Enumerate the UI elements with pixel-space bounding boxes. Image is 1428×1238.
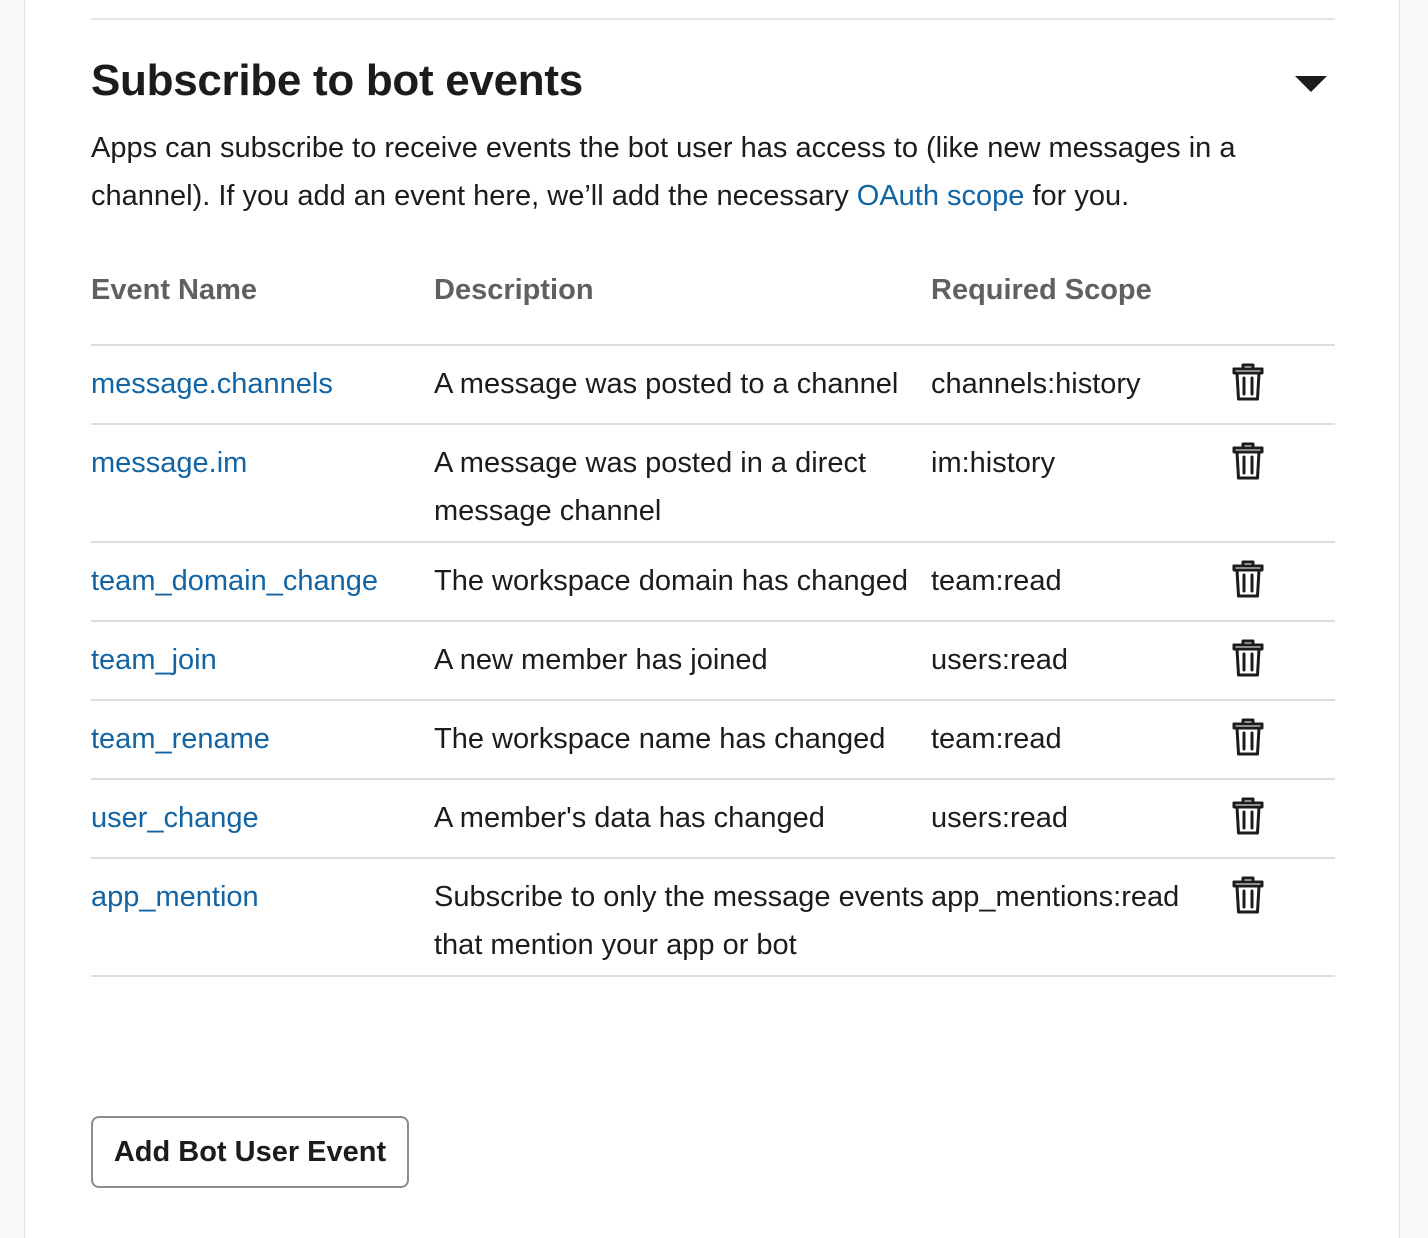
- event-name-cell: team_rename: [91, 700, 434, 780]
- event-description: A member's data has changed: [434, 779, 931, 859]
- event-required-scope: im:history: [931, 424, 1231, 543]
- event-description: Subscribe to only the message events tha…: [434, 858, 931, 977]
- event-name-link[interactable]: team_domain_change: [91, 565, 378, 597]
- trash-icon[interactable]: [1231, 638, 1265, 678]
- event-description: The workspace name has changed: [434, 700, 931, 780]
- event-description: A message was posted to a channel: [434, 345, 931, 425]
- bot-events-table: Event Name Description Required Scope me…: [91, 262, 1335, 977]
- header-actions: [1231, 262, 1335, 346]
- event-name-cell: app_mention: [91, 858, 434, 977]
- event-required-scope: users:read: [931, 779, 1231, 859]
- caret-down-icon[interactable]: [1289, 68, 1333, 100]
- table-row: team_rename The workspace name has change…: [91, 700, 1335, 780]
- table-row: team_join A new member has joined users:re…: [91, 621, 1335, 701]
- event-name-cell: team_domain_change: [91, 542, 434, 622]
- trash-icon[interactable]: [1231, 875, 1265, 915]
- event-actions-cell: [1231, 779, 1335, 859]
- event-actions-cell: [1231, 700, 1335, 780]
- trash-icon[interactable]: [1231, 362, 1265, 402]
- table-header-row: Event Name Description Required Scope: [91, 262, 1335, 346]
- event-actions-cell: [1231, 858, 1335, 977]
- header-description: Description: [434, 262, 931, 346]
- trash-icon[interactable]: [1231, 717, 1265, 757]
- trash-icon[interactable]: [1231, 559, 1265, 599]
- event-name-link[interactable]: message.channels: [91, 368, 333, 400]
- oauth-scope-link[interactable]: OAuth scope: [857, 180, 1025, 212]
- event-name-link[interactable]: user_change: [91, 802, 259, 834]
- trash-icon[interactable]: [1231, 441, 1265, 481]
- event-name-link[interactable]: team_join: [91, 644, 217, 676]
- add-bot-user-event-button[interactable]: Add Bot User Event: [91, 1116, 409, 1188]
- event-description: A new member has joined: [434, 621, 931, 701]
- header-event-name: Event Name: [91, 262, 434, 346]
- table-row: message.channels A message was posted to …: [91, 345, 1335, 425]
- header-required-scope: Required Scope: [931, 262, 1231, 346]
- table-row: message.im A message was posted in a dire…: [91, 424, 1335, 543]
- event-name-cell: message.im: [91, 424, 434, 543]
- event-name-cell: user_change: [91, 779, 434, 859]
- table-row: app_mention Subscribe to only the message…: [91, 858, 1335, 977]
- event-required-scope: users:read: [931, 621, 1231, 701]
- trash-icon[interactable]: [1231, 796, 1265, 836]
- event-description: The workspace domain has changed: [434, 542, 931, 622]
- event-name-cell: team_join: [91, 621, 434, 701]
- table-row: user_change A member's data has changed us…: [91, 779, 1335, 859]
- event-actions-cell: [1231, 542, 1335, 622]
- event-name-cell: message.channels: [91, 345, 434, 425]
- event-actions-cell: [1231, 424, 1335, 543]
- event-required-scope: team:read: [931, 542, 1231, 622]
- event-required-scope: channels:history: [931, 345, 1231, 425]
- event-required-scope: app_mentions:read: [931, 858, 1231, 977]
- event-name-link[interactable]: message.im: [91, 447, 247, 479]
- table-row: team_domain_change The workspace domain h…: [91, 542, 1335, 622]
- section-divider: [91, 18, 1335, 20]
- event-description: A message was posted in a direct message…: [434, 424, 931, 543]
- description-text-end: for you.: [1024, 180, 1130, 212]
- event-required-scope: team:read: [931, 700, 1231, 780]
- event-actions-cell: [1231, 345, 1335, 425]
- event-name-link[interactable]: team_rename: [91, 723, 270, 755]
- event-actions-cell: [1231, 621, 1335, 701]
- event-name-link[interactable]: app_mention: [91, 881, 259, 913]
- event-subscriptions-panel: Subscribe to bot events Apps can subscri…: [24, 0, 1400, 1238]
- section-description: Apps can subscribe to receive events the…: [91, 124, 1341, 220]
- section-title: Subscribe to bot events: [91, 56, 583, 105]
